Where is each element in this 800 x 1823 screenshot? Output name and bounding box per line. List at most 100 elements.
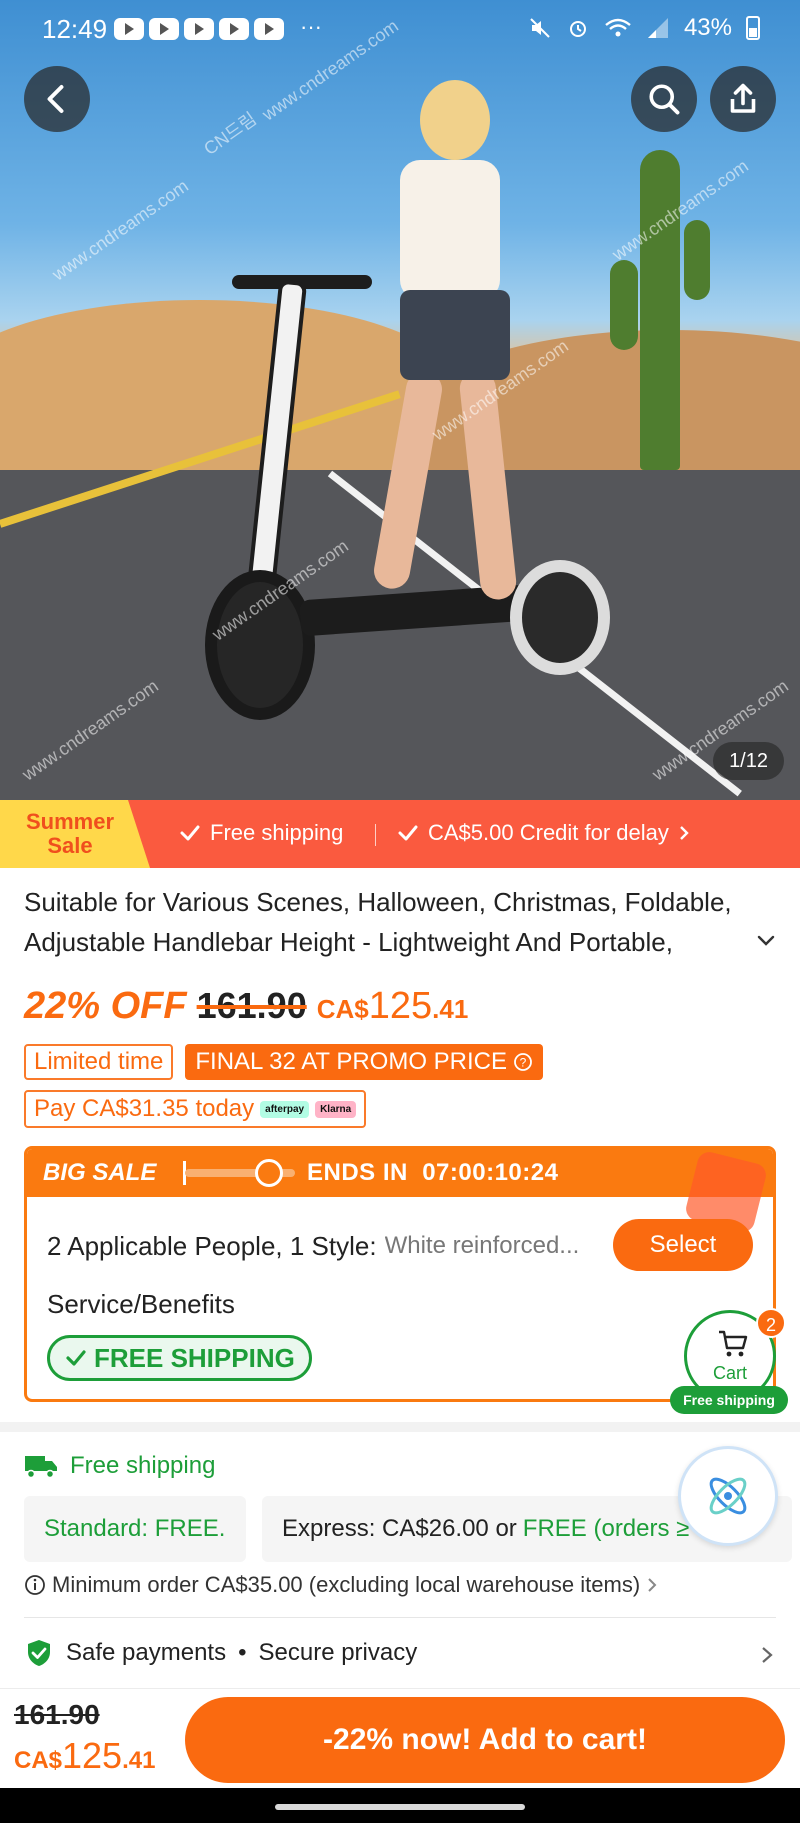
ai-assistant-button[interactable] bbox=[678, 1446, 778, 1546]
free-shipping-pill-label: FREE SHIPPING bbox=[94, 1342, 295, 1373]
pay-today-label: Pay CA$31.35 today bbox=[34, 1095, 255, 1122]
alarm-icon bbox=[569, 21, 586, 37]
clock-icon bbox=[255, 1159, 283, 1187]
home-gesture-handle[interactable] bbox=[275, 1804, 525, 1810]
original-price: 161.90 bbox=[196, 985, 307, 1026]
signal-icon bbox=[647, 18, 668, 38]
add-to-cart-button[interactable]: -22% now! Add to cart! bbox=[185, 1697, 785, 1783]
minimum-order-row[interactable]: Minimum order CA$35.00 (excluding local … bbox=[24, 1572, 658, 1598]
chevron-left-icon bbox=[47, 85, 64, 113]
ends-in-label: ENDS IN bbox=[307, 1159, 408, 1186]
promo-free-shipping: Free shipping bbox=[178, 820, 343, 846]
mute-icon bbox=[530, 18, 550, 38]
bottom-action-bar: 161.90 CA$125.41 -22% now! Add to cart! bbox=[0, 1688, 800, 1788]
more-notifications-icon: ··· bbox=[300, 14, 322, 39]
chevron-right-icon[interactable] bbox=[756, 1644, 778, 1666]
truck-icon bbox=[25, 1456, 57, 1479]
countdown: ENDS IN 07:00:10:24 bbox=[307, 1159, 558, 1187]
watermark: CN드림 bbox=[200, 108, 261, 159]
price-row: 22% OFF 161.90 CA$125.41 bbox=[24, 985, 468, 1035]
safe-payments-label: Safe payments bbox=[66, 1639, 227, 1666]
klarna-logo: Klarna bbox=[315, 1100, 357, 1118]
promo-divider bbox=[375, 824, 376, 846]
cart-label: Cart bbox=[712, 1363, 747, 1383]
bullet-separator: • bbox=[238, 1639, 247, 1666]
current-price: CA$125.41 bbox=[317, 985, 469, 1028]
check-icon bbox=[398, 825, 418, 841]
floating-cart-button[interactable]: Cart 2 Free shipping bbox=[670, 1308, 788, 1414]
image-head bbox=[420, 80, 490, 160]
summer-sale-badge: Summer Sale bbox=[0, 800, 150, 868]
share-icon bbox=[730, 83, 756, 113]
safe-payments-row[interactable]: Safe payments • Secure privacy bbox=[24, 1638, 417, 1668]
shipping-header[interactable]: Free shipping bbox=[24, 1452, 215, 1480]
minimum-order-text: Minimum order CA$35.00 (excluding local … bbox=[52, 1572, 641, 1597]
promo-band[interactable]: Summer Sale Free shipping CA$5.00 Credit… bbox=[0, 800, 800, 868]
info-icon bbox=[25, 1575, 45, 1595]
bottom-currency: CA$ bbox=[14, 1747, 63, 1774]
final-promo-label: FINAL 32 AT PROMO PRICE bbox=[195, 1048, 508, 1075]
free-shipping-pill: FREE SHIPPING bbox=[47, 1335, 312, 1381]
select-button[interactable]: Select bbox=[613, 1219, 753, 1271]
battery-percent: 43% bbox=[683, 14, 732, 41]
bottom-current-price: CA$125.41 bbox=[14, 1735, 155, 1777]
bottom-price-main: 125 bbox=[62, 1735, 123, 1776]
service-benefits-title: Service/Benefits bbox=[47, 1289, 235, 1319]
cart-count-badge: 2 bbox=[756, 1308, 786, 1338]
secure-privacy-label: Secure privacy bbox=[258, 1639, 418, 1666]
pay-today-row[interactable]: Pay CA$31.35 today afterpay Klarna bbox=[24, 1090, 367, 1128]
discount-label: 22% OFF bbox=[24, 985, 187, 1027]
search-button[interactable] bbox=[631, 66, 697, 132]
limited-time-tag: Limited time bbox=[24, 1044, 174, 1080]
shield-check-icon bbox=[28, 1640, 50, 1666]
section-divider bbox=[0, 1422, 800, 1432]
product-image-gallery[interactable]: www.cndreams.com CN드림 www.cndreams.com w… bbox=[0, 0, 800, 800]
spec-value: White reinforced... bbox=[384, 1232, 580, 1259]
status-bar: 12:49 ··· 43% bbox=[0, 0, 800, 58]
promo-credit-delay[interactable]: CA$5.00 Credit for delay bbox=[396, 820, 691, 846]
spec-label: 2 Applicable People, 1 Style: bbox=[47, 1230, 377, 1261]
battery-icon bbox=[746, 16, 760, 40]
check-icon bbox=[180, 825, 200, 841]
chevron-right-icon bbox=[680, 826, 689, 840]
wifi-icon bbox=[605, 18, 631, 37]
chevron-down-icon[interactable] bbox=[754, 928, 778, 952]
big-sale-header: BIG SALE ENDS IN 07:00:10:24 bbox=[27, 1149, 773, 1235]
youtube-icon bbox=[184, 18, 214, 40]
afterpay-logo: afterpay bbox=[260, 1100, 310, 1118]
status-icons: 43% bbox=[528, 14, 760, 42]
watermark: www.cndreams.com bbox=[608, 155, 752, 265]
watermark: www.cndreams.com bbox=[48, 175, 192, 285]
cart-free-shipping-strip: Free shipping bbox=[670, 1386, 788, 1414]
spec-selector-row[interactable]: 2 Applicable People, 1 Style: White rein… bbox=[47, 1219, 753, 1273]
price-main: 125 bbox=[368, 985, 433, 1027]
price-cents: .41 bbox=[432, 994, 469, 1024]
cart-icon bbox=[719, 1330, 748, 1357]
currency-label: CA$ bbox=[316, 994, 369, 1024]
image-cactus-arm bbox=[684, 220, 710, 300]
express-price: Express: CA$26.00 or bbox=[282, 1515, 517, 1542]
image-cactus bbox=[640, 150, 680, 470]
image-counter: 1/12 bbox=[713, 742, 784, 780]
row-divider bbox=[24, 1617, 776, 1618]
help-icon: ? bbox=[514, 1053, 532, 1071]
countdown-timer: 07:00:10:24 bbox=[422, 1159, 559, 1186]
summer-sale-label: Summer Sale bbox=[25, 809, 115, 858]
promo-free-shipping-label: Free shipping bbox=[210, 820, 344, 845]
final-promo-tag[interactable]: FINAL 32 AT PROMO PRICE ? bbox=[185, 1044, 544, 1080]
promo-tags: Limited time FINAL 32 AT PROMO PRICE ? bbox=[24, 1044, 544, 1080]
svg-text:?: ? bbox=[520, 1056, 527, 1070]
shipping-options: Standard: FREE. Express: CA$26.00 or FRE… bbox=[24, 1496, 792, 1562]
big-sale-label: BIG SALE bbox=[43, 1159, 157, 1186]
product-title[interactable]: Suitable for Various Scenes, Halloween, … bbox=[24, 882, 764, 962]
image-person bbox=[360, 80, 540, 602]
share-button[interactable] bbox=[710, 66, 776, 132]
big-sale-card: BIG SALE ENDS IN 07:00:10:24 2 Applicabl… bbox=[24, 1146, 776, 1402]
youtube-icon bbox=[219, 18, 249, 40]
promo-credit-label: CA$5.00 Credit for delay bbox=[428, 820, 669, 845]
standard-shipping-box: Standard: FREE. bbox=[24, 1496, 246, 1562]
status-time: 12:49 bbox=[42, 14, 108, 44]
shipping-title: Free shipping bbox=[70, 1452, 216, 1479]
ai-assistant-icon bbox=[709, 1477, 747, 1515]
back-button[interactable] bbox=[24, 66, 90, 132]
